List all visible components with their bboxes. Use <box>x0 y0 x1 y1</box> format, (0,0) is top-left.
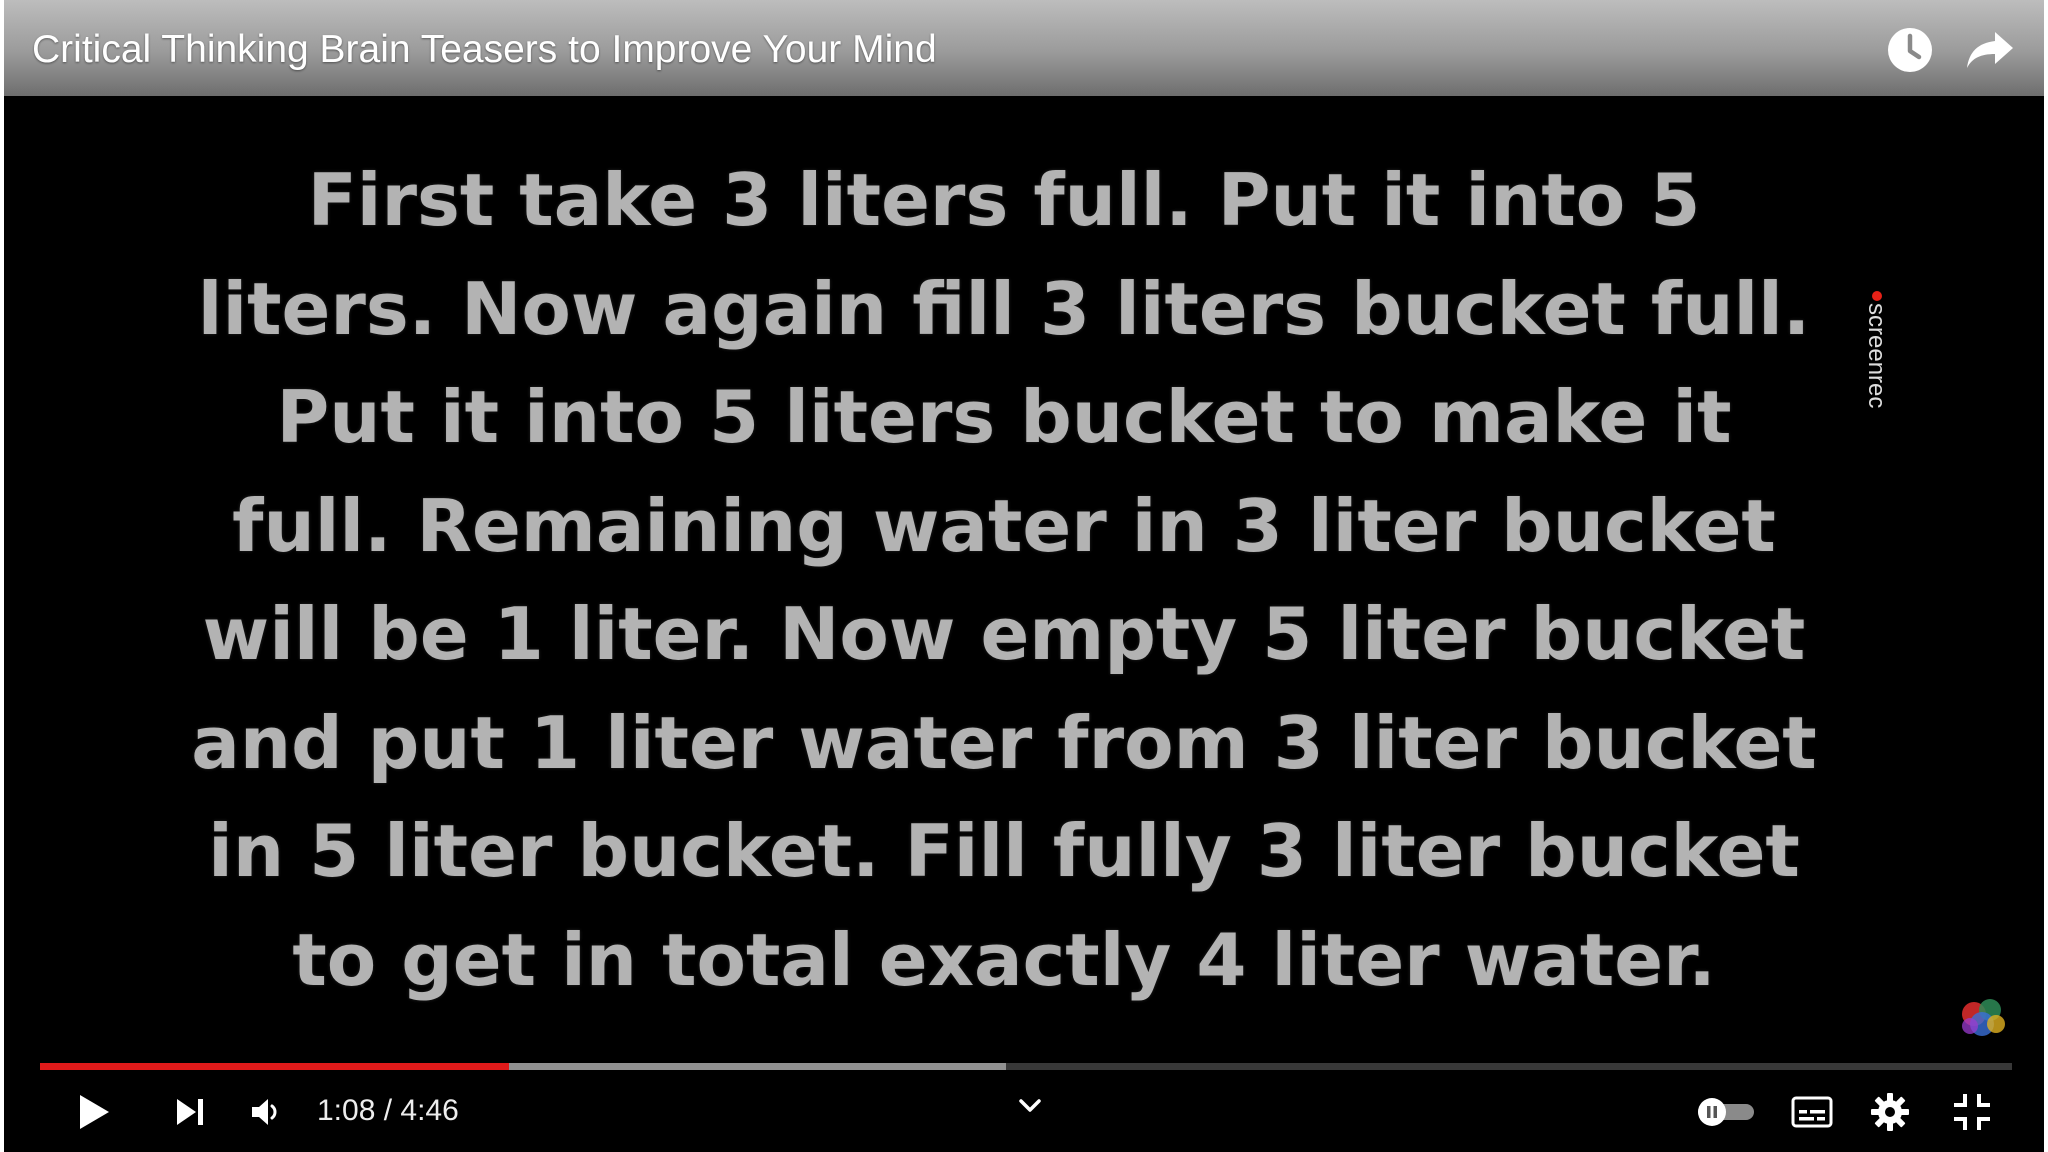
clock-icon[interactable] <box>1884 24 1936 76</box>
chevron-down-icon[interactable] <box>1012 1092 1048 1120</box>
play-button[interactable] <box>68 1086 120 1138</box>
screenrec-watermark: screenrec <box>1862 291 1892 441</box>
slide-line: liters. Now again fill 3 liters bucket f… <box>197 266 1811 351</box>
slide-line: full. Remaining water in 3 liter bucket <box>232 483 1776 568</box>
slide-line: and put 1 liter water from 3 liter bucke… <box>191 700 1817 785</box>
video-title[interactable]: Critical Thinking Brain Teasers to Impro… <box>32 28 937 72</box>
autoplay-toggle[interactable] <box>1694 1086 1758 1138</box>
next-icon <box>177 1099 203 1125</box>
next-button[interactable] <box>164 1086 216 1138</box>
subtitles-icon <box>1791 1096 1833 1128</box>
progress-played <box>40 1063 510 1070</box>
play-icon <box>80 1095 109 1129</box>
autoplay-toggle-icon <box>1698 1098 1754 1126</box>
volume-icon <box>252 1099 277 1125</box>
record-dot-icon <box>1872 291 1882 301</box>
title-bar: Critical Thinking Brain Teasers to Impro… <box>4 0 2044 96</box>
video-frame[interactable]: First take 3 liters full. Put it into 5 … <box>4 96 2044 1046</box>
share-arrow-icon[interactable] <box>1964 24 2016 76</box>
exit-fullscreen-button[interactable] <box>1946 1086 1998 1138</box>
gear-icon <box>1871 1093 1909 1131</box>
slide-line: to get in total exactly 4 liter water. <box>292 917 1716 1002</box>
progress-bar[interactable] <box>40 1063 2012 1070</box>
exit-fullscreen-icon <box>1954 1094 1990 1130</box>
slide-line: in 5 liter bucket. Fill fully 3 liter bu… <box>208 809 1800 893</box>
volume-button[interactable] <box>242 1086 290 1138</box>
video-player[interactable]: Critical Thinking Brain Teasers to Impro… <box>4 0 2044 1152</box>
watermark-text: screenrec <box>1863 303 1890 409</box>
settings-button[interactable] <box>1864 1086 1916 1138</box>
time-display: 1:08 / 4:46 <box>317 1094 459 1127</box>
subtitles-button[interactable] <box>1786 1086 1838 1138</box>
slide-line: will be 1 liter. Now empty 5 liter bucke… <box>202 592 1806 676</box>
slide-line: First take 3 liters full. Put it into 5 <box>307 158 1701 242</box>
channel-logo-icon[interactable] <box>1952 994 2014 1044</box>
slide-text: First take 3 liters full. Put it into 5 … <box>124 146 1884 1014</box>
slide-line: Put it into 5 liters bucket to make it <box>276 375 1732 459</box>
